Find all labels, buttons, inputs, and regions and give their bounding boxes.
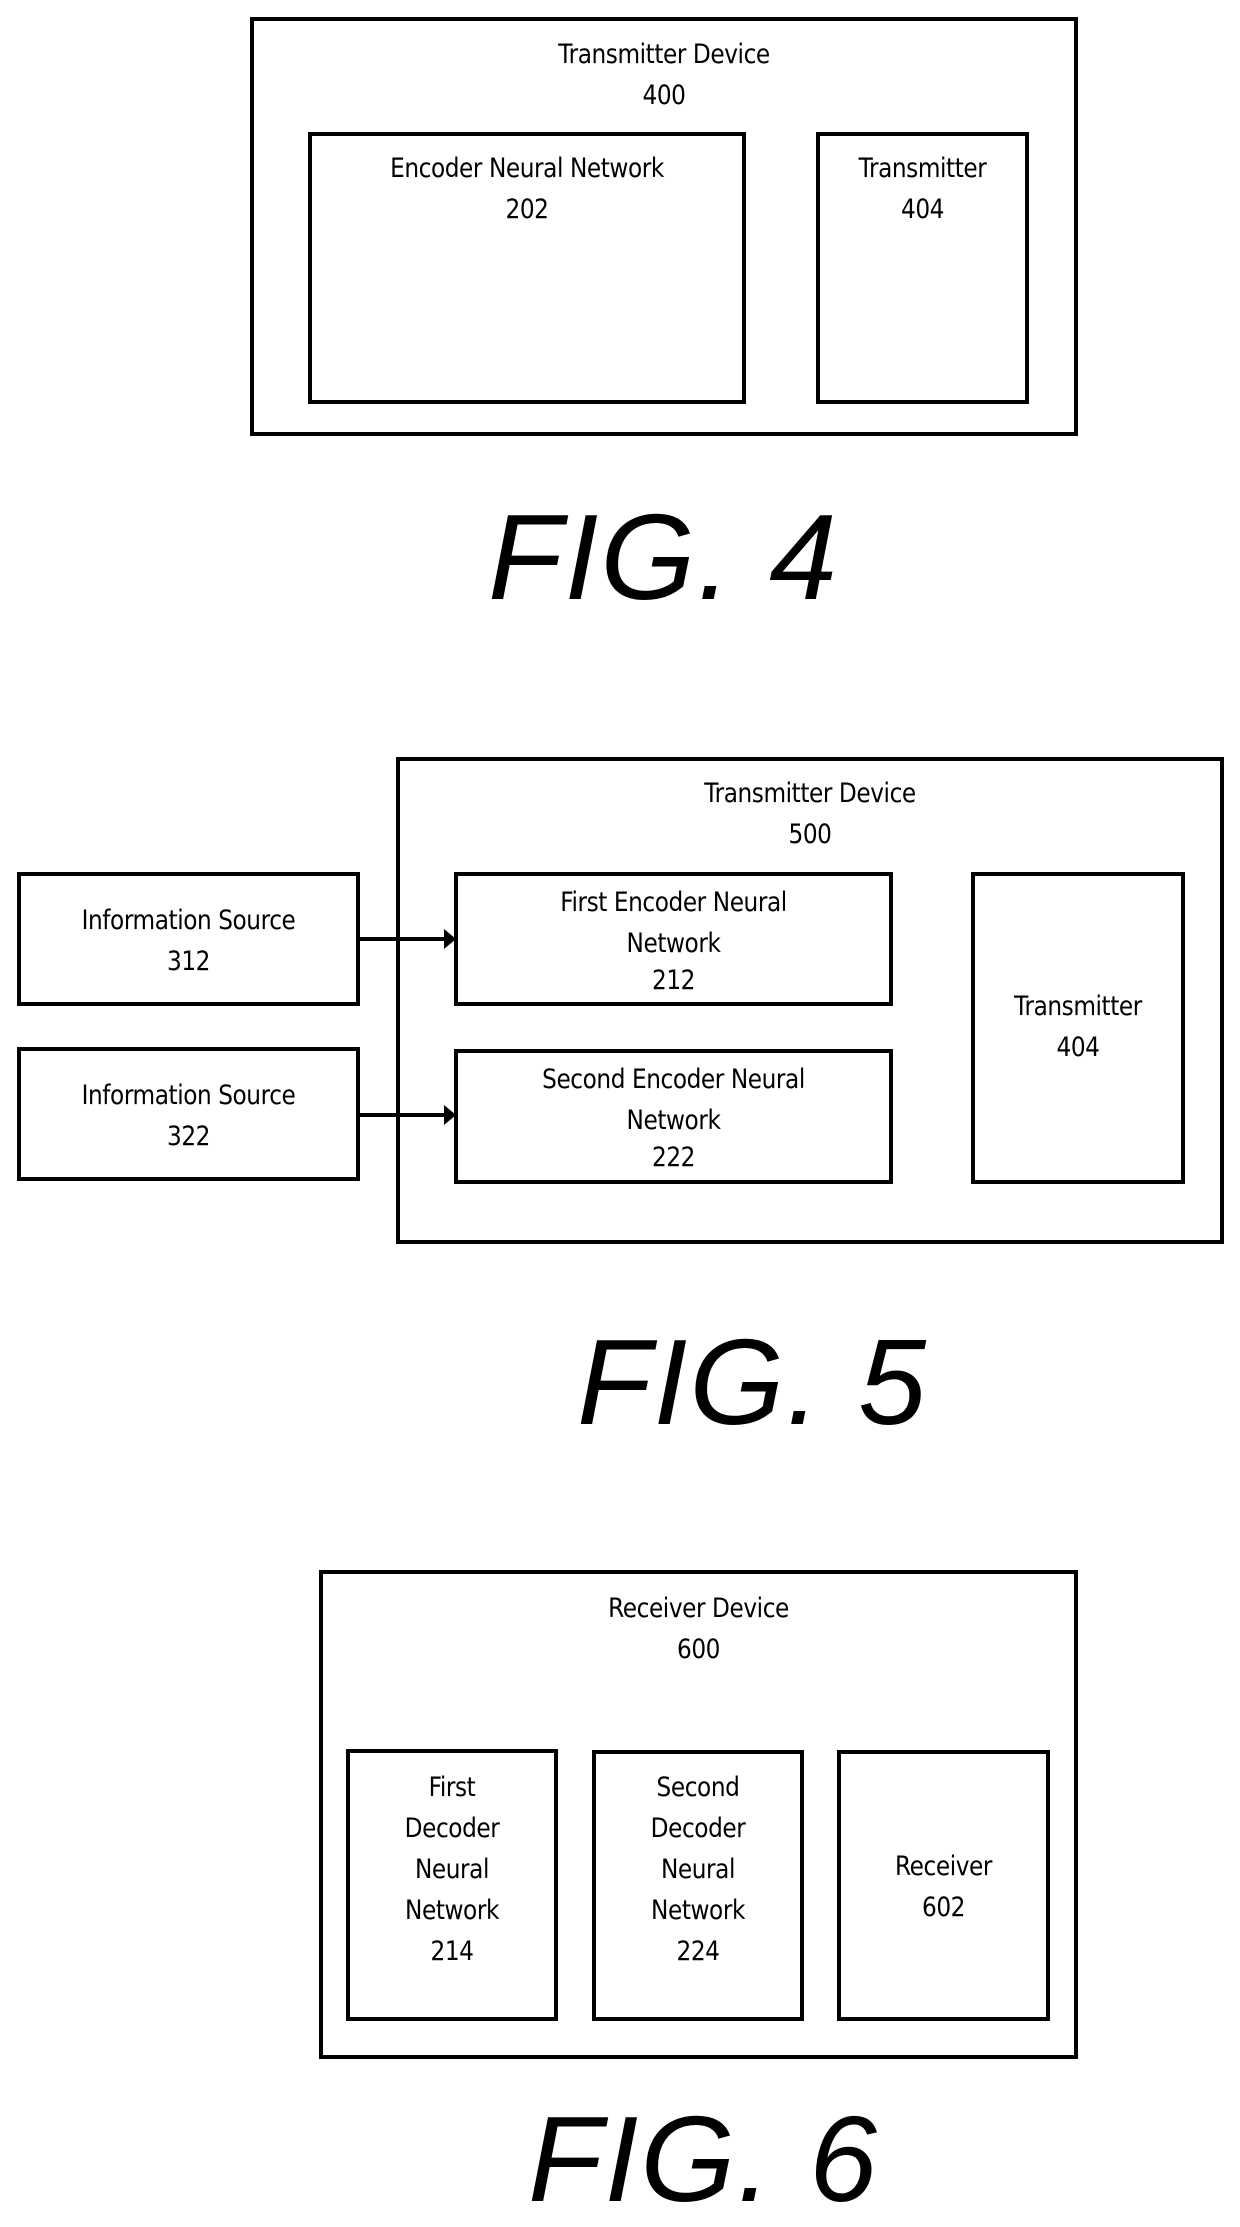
first-encoder-neural-network-212: First Encoder Neural Network 212 — [454, 872, 893, 1006]
source-ref: 312 — [166, 946, 211, 977]
first-decoder-neural-network-214-label: First Decoder Neural Network 214 — [364, 1767, 539, 1972]
container-ref: 400 — [642, 80, 686, 111]
block-line-4: Network — [651, 1895, 745, 1926]
transmitter-404-fig5: Transmitter 404 — [971, 872, 1185, 1184]
block-ref: 602 — [921, 1892, 966, 1923]
block-line-2: Decoder — [404, 1813, 500, 1844]
receiver-602: Receiver 602 — [837, 1750, 1050, 2021]
receiver-device-600-label: Receiver Device 600 — [376, 1588, 1022, 1670]
information-source-322: Information Source 322 — [17, 1047, 360, 1181]
block-title: Transmitter — [858, 153, 987, 184]
block-line-1: First Encoder Neural — [560, 887, 787, 918]
block-ref: 224 — [676, 1936, 720, 1967]
block-ref: 214 — [430, 1936, 474, 1967]
second-encoder-neural-network-222: Second Encoder Neural Network 222 — [454, 1049, 893, 1184]
source-title: Information Source — [81, 1080, 296, 1111]
first-decoder-neural-network-214: First Decoder Neural Network 214 — [346, 1749, 558, 2021]
block-ref: 222 — [651, 1142, 696, 1173]
figure-caption-6: FIG. 6 — [528, 2091, 879, 2227]
container-ref: 600 — [676, 1634, 721, 1665]
transmitter-device-500-label: Transmitter Device 500 — [457, 773, 1162, 855]
second-decoder-neural-network-224-label: Second Decoder Neural Network 224 — [610, 1767, 785, 1972]
container-ref: 500 — [788, 819, 832, 850]
block-line-2: Decoder — [650, 1813, 746, 1844]
block-ref: 212 — [651, 965, 696, 996]
information-source-312: Information Source 312 — [17, 872, 360, 1006]
block-title: Encoder Neural Network — [390, 153, 664, 184]
transmitter-404-fig5-label: Transmitter 404 — [989, 986, 1166, 1068]
second-encoder-neural-network-222-label: Second Encoder Neural Network 222 — [488, 1059, 859, 1178]
container-title: Transmitter Device — [558, 39, 770, 70]
block-title: Receiver — [894, 1851, 993, 1882]
block-line-2: Network — [626, 1105, 721, 1136]
block-line-3: Neural — [660, 1854, 736, 1885]
second-decoder-neural-network-224: Second Decoder Neural Network 224 — [592, 1750, 804, 2021]
container-title: Transmitter Device — [704, 778, 916, 809]
block-line-1: First — [428, 1772, 476, 1803]
figure-caption-5: FIG. 5 — [577, 1314, 928, 1450]
source-ref: 322 — [166, 1121, 211, 1152]
encoder-neural-network-202: Encoder Neural Network 202 — [308, 132, 746, 404]
transmitter-404-fig4: Transmitter 404 — [816, 132, 1029, 404]
first-encoder-neural-network-212-label: First Encoder Neural Network 212 — [488, 882, 859, 1001]
information-source-312-label: Information Source 312 — [44, 900, 332, 982]
information-source-322-label: Information Source 322 — [44, 1075, 332, 1157]
block-ref: 202 — [505, 194, 549, 225]
block-line-1: Second — [656, 1772, 740, 1803]
block-line-4: Network — [405, 1895, 499, 1926]
receiver-602-label: Receiver 602 — [855, 1846, 1031, 1928]
figure-caption-4: FIG. 4 — [488, 489, 839, 625]
source-title: Information Source — [81, 905, 296, 936]
transmitter-404-fig4-label: Transmitter 404 — [834, 148, 1010, 230]
block-title: Transmitter — [1014, 991, 1142, 1022]
encoder-neural-network-202-label: Encoder Neural Network 202 — [342, 148, 712, 230]
container-title: Receiver Device — [608, 1593, 789, 1624]
block-ref: 404 — [900, 194, 945, 225]
transmitter-device-400-label: Transmitter Device 400 — [311, 34, 1016, 116]
block-line-3: Neural — [414, 1854, 490, 1885]
block-ref: 404 — [1056, 1032, 1100, 1063]
block-line-1: Second Encoder Neural — [542, 1064, 805, 1095]
block-line-2: Network — [626, 928, 721, 959]
